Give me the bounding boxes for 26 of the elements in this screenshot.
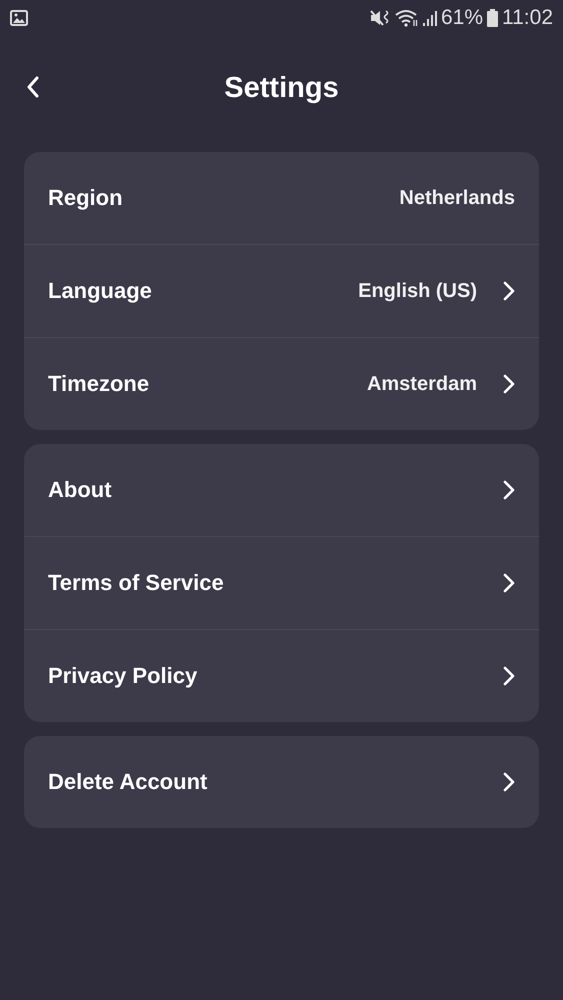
settings-row[interactable]: About	[24, 444, 539, 536]
battery-percentage: 61%	[440, 6, 483, 30]
row-value: Amsterdam	[366, 372, 477, 396]
settings-row[interactable]: Privacy Policy	[24, 629, 539, 722]
settings-row[interactable]: Delete Account	[24, 736, 539, 828]
row-value: English (US)	[358, 280, 477, 302]
row-label: About	[48, 477, 113, 503]
row-label: Language	[48, 278, 153, 304]
wifi-icon	[394, 9, 419, 27]
image-icon	[10, 10, 28, 26]
clock: 11:02	[502, 6, 553, 30]
row-label: Delete Account	[48, 769, 208, 795]
row-label: Terms of Service	[48, 570, 225, 596]
settings-row[interactable]: Terms of Service	[24, 536, 539, 629]
battery-icon	[487, 9, 498, 27]
row-label: Privacy Policy	[48, 663, 198, 689]
page-title: Settings	[224, 72, 339, 104]
settings-row[interactable]: Timezone Amsterdam	[24, 337, 539, 430]
signal-icon	[422, 9, 437, 27]
row-value: Netherlands	[399, 186, 515, 210]
mute-vibrate-icon	[368, 9, 391, 27]
settings-row[interactable]: Language English (US)	[24, 244, 539, 337]
row-label: Region	[48, 185, 124, 211]
chevron-left-icon	[26, 76, 40, 98]
row-label: Timezone	[48, 371, 150, 397]
settings-row[interactable]: Region Netherlands	[24, 152, 539, 244]
